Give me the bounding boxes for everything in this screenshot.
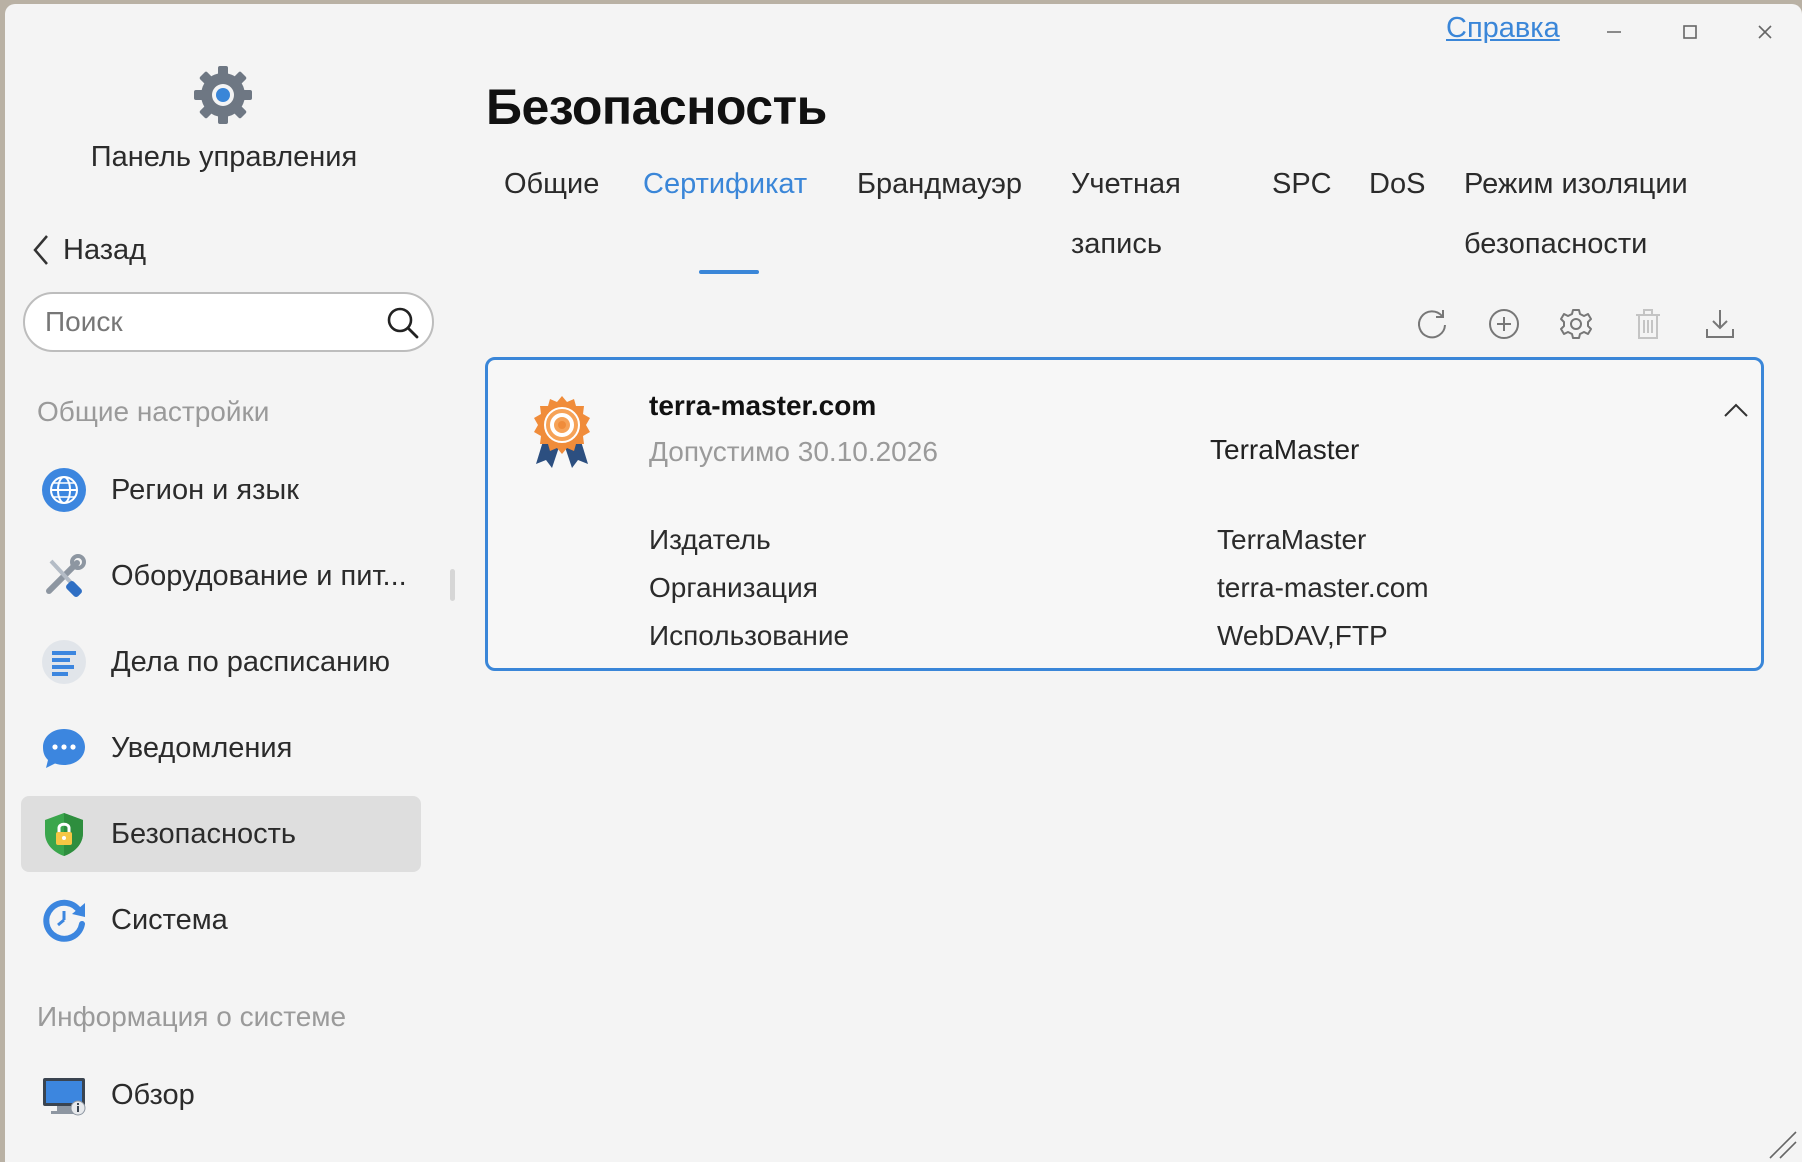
sidebar-item-label: Система (111, 903, 228, 936)
close-icon (1758, 25, 1772, 39)
sidebar-item-label: Уведомления (111, 731, 293, 764)
collapse-button[interactable] (1716, 390, 1756, 430)
chevron-left-icon (33, 235, 48, 265)
monitor-info-icon (43, 1078, 86, 1116)
tab-account[interactable]: Учетная запись (1071, 154, 1181, 274)
tab-account-line2: запись (1071, 228, 1162, 260)
globe-icon (42, 468, 86, 512)
certificate-name: terra-master.com (649, 390, 877, 421)
minimize-icon (1607, 31, 1621, 33)
gear-icon (194, 66, 252, 124)
sidebar-item-label: Оборудование и пит... (111, 559, 407, 592)
sidebar-item-system[interactable]: Система (21, 882, 421, 958)
certificate-validity: Допустимо 30.10.2026 (649, 436, 938, 467)
minimize-button[interactable] (1596, 14, 1632, 50)
chevron-up-icon (1724, 403, 1748, 417)
detail-label-usage: Использование (649, 620, 850, 651)
tab-general[interactable]: Общие (504, 154, 599, 214)
tab-isolation-line1: Режим изоляции (1464, 168, 1688, 200)
detail-value-organization: terra-master.com (1217, 572, 1429, 603)
section-general-settings: Общие настройки (37, 396, 270, 427)
certificate-badge-icon (534, 396, 590, 468)
active-tab-indicator (699, 270, 759, 274)
sidebar-item-overview[interactable]: Обзор (21, 1057, 421, 1133)
sidebar: Панель управления Назад Общие настройки (5, 4, 465, 1162)
sidebar-item-region-language[interactable]: Регион и язык (21, 452, 421, 528)
tab-certificate[interactable]: Сертификат (643, 154, 807, 214)
search-input[interactable] (45, 302, 375, 342)
schedule-icon (42, 640, 86, 684)
detail-label-issuer: Издатель (649, 524, 771, 555)
chat-icon (43, 729, 85, 768)
certificate-issuer-summary: TerraMaster (1210, 434, 1360, 465)
section-system-info: Информация о системе (37, 1001, 347, 1032)
close-button[interactable] (1747, 14, 1783, 50)
sidebar-item-security[interactable]: Безопасность (21, 796, 421, 872)
delete-button[interactable] (1628, 304, 1668, 344)
help-link[interactable]: Справка (1446, 12, 1560, 45)
add-button[interactable] (1484, 304, 1524, 344)
delete-icon (1636, 309, 1660, 339)
settings-icon (1560, 309, 1592, 339)
detail-value-usage: WebDAV,FTP (1217, 620, 1388, 651)
tab-security-isolation[interactable]: Режим изоляции безопасности (1464, 154, 1688, 274)
tab-isolation-line2: безопасности (1464, 228, 1648, 260)
refresh-icon (1418, 310, 1446, 339)
resize-grip-icon[interactable] (1764, 1126, 1798, 1160)
download-button[interactable] (1700, 304, 1740, 344)
shield-lock-icon (45, 813, 83, 856)
tab-account-line1: Учетная (1071, 168, 1181, 200)
sidebar-item-label: Обзор (111, 1078, 195, 1111)
tab-dos[interactable]: DoS (1369, 154, 1425, 214)
system-refresh-icon (43, 899, 85, 942)
search-box (23, 292, 434, 352)
page-title: Безопасность (486, 79, 827, 135)
sidebar-scrollbar[interactable] (450, 569, 455, 601)
tools-icon (46, 554, 86, 597)
detail-label-organization: Организация (649, 572, 818, 603)
tab-spc[interactable]: SPC (1272, 154, 1332, 214)
back-label: Назад (63, 233, 147, 266)
sidebar-item-notifications[interactable]: Уведомления (21, 710, 421, 786)
certificate-card[interactable]: terra-master.com Допустимо 30.10.2026 Te… (485, 357, 1764, 671)
detail-value-issuer: TerraMaster (1217, 524, 1367, 555)
maximize-icon (1683, 25, 1697, 39)
sidebar-item-label: Безопасность (111, 817, 296, 850)
control-panel-window: Панель управления Назад Общие настройки (5, 4, 1802, 1162)
sidebar-item-label: Дела по расписанию (111, 645, 391, 678)
sidebar-item-label: Регион и язык (111, 473, 299, 506)
refresh-button[interactable] (1412, 304, 1452, 344)
tab-firewall[interactable]: Брандмауэр (857, 154, 1022, 214)
settings-button[interactable] (1556, 304, 1596, 344)
sidebar-item-hardware-power[interactable]: Оборудование и пит... (21, 538, 421, 614)
add-icon (1489, 309, 1519, 339)
download-icon (1706, 310, 1734, 338)
maximize-button[interactable] (1672, 14, 1708, 50)
back-button[interactable]: Назад (31, 230, 146, 270)
app-title: Панель управления (90, 141, 358, 173)
search-icon[interactable] (386, 306, 420, 340)
sidebar-item-scheduled-tasks[interactable]: Дела по расписанию (21, 624, 421, 700)
